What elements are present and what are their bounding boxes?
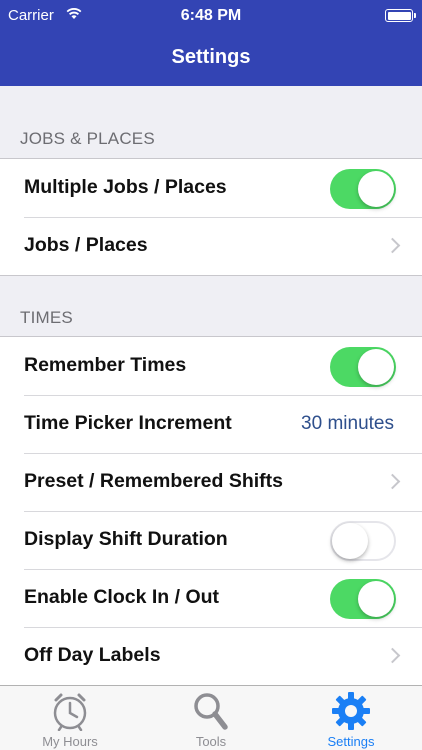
- row-label: Remember Times: [24, 354, 187, 376]
- row-label: Enable Clock In / Out: [24, 586, 220, 608]
- chevron-right-icon: [384, 647, 401, 664]
- remember-times-row: Remember Times: [0, 337, 422, 395]
- page-title: Settings: [171, 46, 251, 68]
- section-header-jobs: JOBS & PLACES: [20, 129, 155, 148]
- tab-settings[interactable]: Settings: [281, 686, 421, 750]
- row-label: Off Day Labels: [24, 644, 161, 666]
- preset-shifts-row[interactable]: Preset / Remembered Shifts: [0, 453, 422, 511]
- multiple-jobs-toggle[interactable]: [330, 169, 396, 209]
- tab-bar: My Hours Tools Settings: [0, 685, 422, 750]
- battery-icon: [385, 9, 416, 22]
- tab-my-hours[interactable]: My Hours: [0, 686, 140, 750]
- display-shift-duration-row: Display Shift Duration: [0, 511, 422, 569]
- chevron-right-icon: [384, 237, 401, 254]
- time-picker-increment-row[interactable]: Time Picker Increment 30 minutes: [0, 395, 422, 453]
- tab-label: Tools: [195, 734, 227, 749]
- time-picker-increment-value: 30 minutes: [301, 413, 394, 434]
- status-bar: Carrier 6:48 PM: [0, 0, 422, 32]
- navigation-bar: Settings: [0, 32, 422, 86]
- multiple-jobs-row: Multiple Jobs / Places: [0, 159, 422, 217]
- row-label: Jobs / Places: [24, 234, 148, 256]
- enable-clock-toggle[interactable]: [330, 579, 396, 619]
- jobs-places-row[interactable]: Jobs / Places: [0, 217, 422, 275]
- remember-times-toggle[interactable]: [330, 347, 396, 387]
- enable-clock-row: Enable Clock In / Out: [0, 569, 422, 627]
- row-label: Multiple Jobs / Places: [24, 176, 227, 198]
- tab-label: Settings: [327, 734, 375, 749]
- tab-tools[interactable]: Tools: [141, 686, 281, 750]
- status-time: 6:48 PM: [180, 7, 242, 24]
- clock-icon: [53, 693, 87, 731]
- row-label: Display Shift Duration: [24, 528, 228, 550]
- row-label: Time Picker Increment: [24, 412, 232, 434]
- gear-icon: [332, 692, 370, 730]
- display-shift-duration-toggle[interactable]: [330, 521, 396, 561]
- off-day-labels-row[interactable]: Off Day Labels: [0, 627, 422, 685]
- row-label: Preset / Remembered Shifts: [24, 470, 284, 492]
- section-header-times: TIMES: [20, 308, 73, 327]
- chevron-right-icon: [384, 473, 401, 490]
- search-icon: [194, 693, 228, 730]
- times-group: Remember Times Time Picker Increment 30 …: [0, 336, 422, 686]
- jobs-places-group: Multiple Jobs / Places Jobs / Places: [0, 158, 422, 276]
- tab-label: My Hours: [42, 734, 98, 749]
